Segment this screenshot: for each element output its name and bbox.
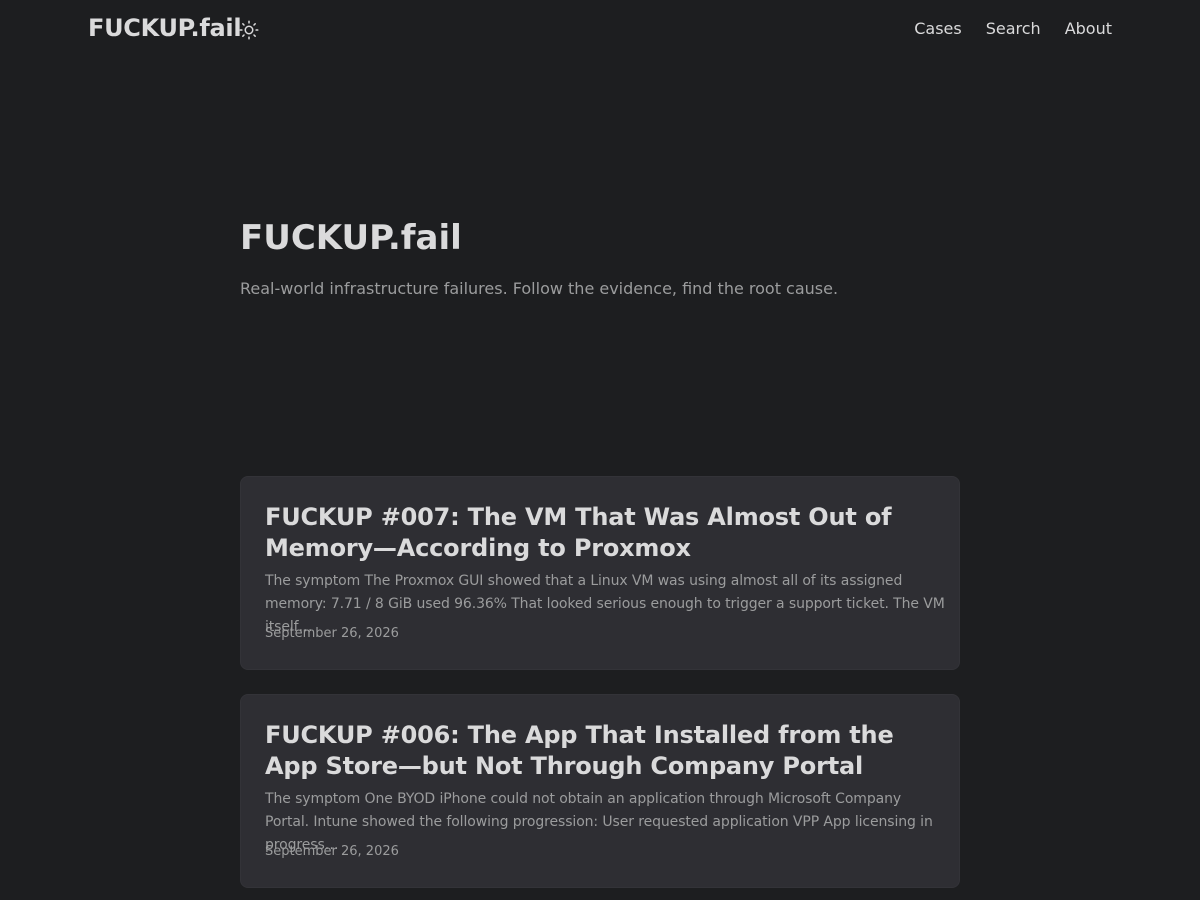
sun-icon[interactable] bbox=[239, 20, 259, 40]
site-logo[interactable]: FUCKUP.fail bbox=[88, 14, 242, 42]
main-nav: Cases Search About bbox=[914, 19, 1112, 38]
post-date: September 26, 2026 bbox=[265, 844, 399, 859]
nav-search-link[interactable]: Search bbox=[986, 19, 1041, 38]
page-title: FUCKUP.fail bbox=[240, 218, 462, 258]
nav-about-link[interactable]: About bbox=[1065, 19, 1112, 38]
post-date: September 26, 2026 bbox=[265, 626, 399, 641]
site-header: FUCKUP.fail Cases Search About bbox=[0, 0, 1200, 60]
post-card[interactable]: FUCKUP #007: The VM That Was Almost Out … bbox=[240, 476, 960, 670]
post-title[interactable]: FUCKUP #006: The App That Installed from… bbox=[265, 720, 945, 782]
nav-cases-link[interactable]: Cases bbox=[914, 19, 962, 38]
post-title[interactable]: FUCKUP #007: The VM That Was Almost Out … bbox=[265, 502, 945, 564]
page-subtitle: Real-world infrastructure failures. Foll… bbox=[240, 279, 839, 298]
post-card[interactable]: FUCKUP #006: The App That Installed from… bbox=[240, 694, 960, 888]
